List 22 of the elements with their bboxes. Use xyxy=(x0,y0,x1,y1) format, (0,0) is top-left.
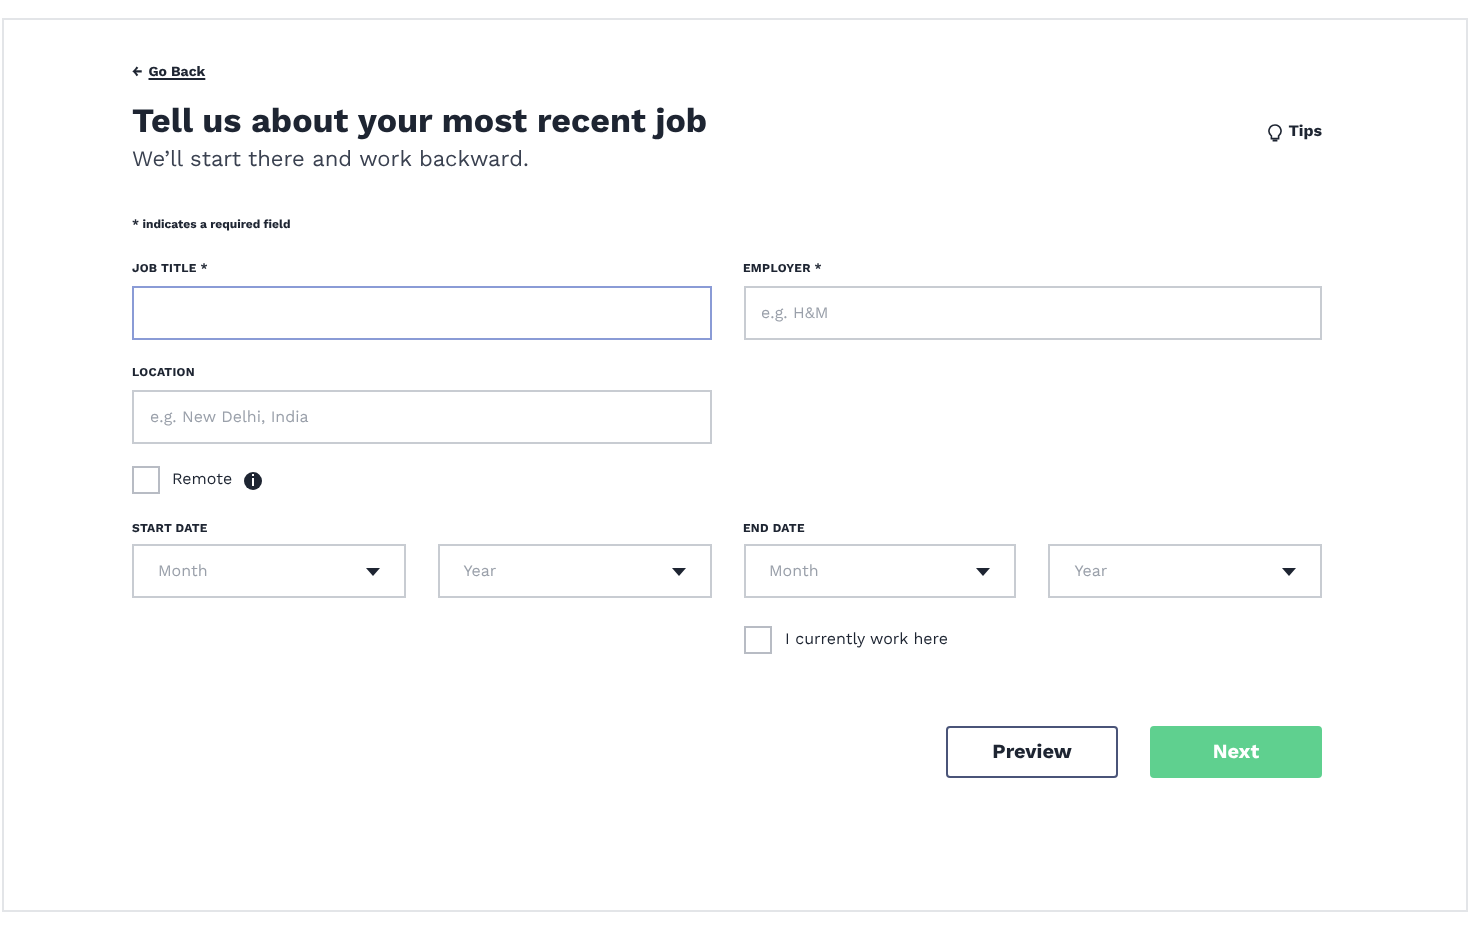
caret-icon xyxy=(976,567,991,575)
checkbox-label: I currently work here xyxy=(785,628,949,652)
text-field[interactable] xyxy=(132,286,711,340)
preview-button[interactable]: Preview xyxy=(946,726,1118,778)
dropdown[interactable]: Month xyxy=(132,544,406,598)
caret-icon xyxy=(1282,567,1296,575)
page-title: Tell us about your most recent job xyxy=(132,100,708,144)
caret-icon xyxy=(365,567,380,575)
dropdown[interactable]: Year xyxy=(1048,544,1322,598)
caret-icon xyxy=(671,567,685,575)
checkbox[interactable] xyxy=(132,466,160,494)
page-subtitle: We’ll start there and work backward. xyxy=(132,146,531,174)
checkbox-label: Remote xyxy=(172,468,233,492)
text-field[interactable]: e.g. New Delhi, India xyxy=(132,390,711,444)
dropdown[interactable]: Month xyxy=(743,544,1017,598)
checkbox[interactable] xyxy=(743,626,771,654)
text-field[interactable]: e.g. H&M xyxy=(743,286,1322,340)
next-button[interactable]: Next xyxy=(1150,726,1322,778)
dropdown[interactable]: Year xyxy=(437,544,711,598)
info-icon xyxy=(244,471,263,489)
tips-button[interactable]: Tips xyxy=(1268,120,1322,144)
lightbulb-icon xyxy=(1268,123,1283,141)
